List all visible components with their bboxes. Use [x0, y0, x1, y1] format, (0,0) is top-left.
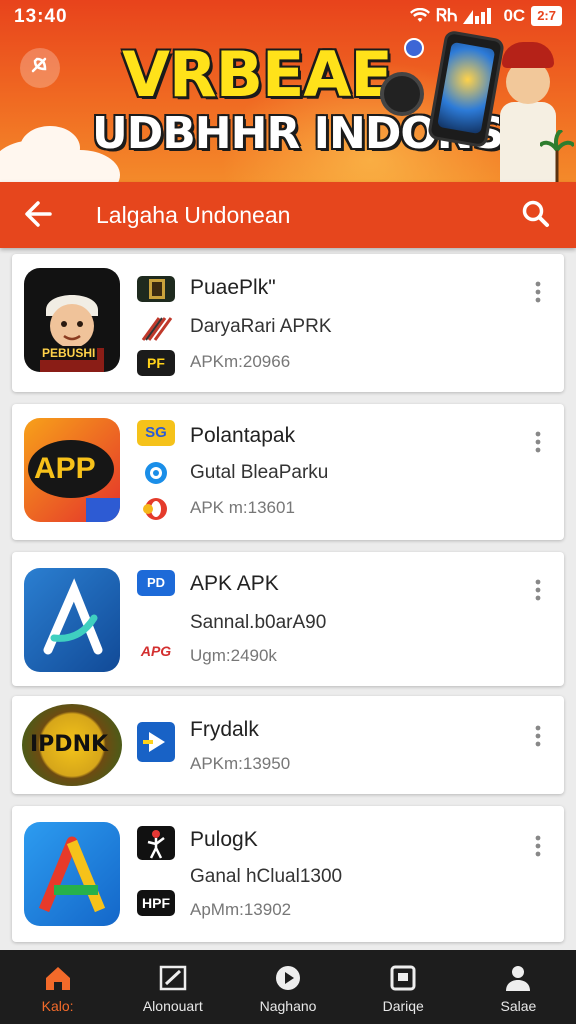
app-icon: APP	[24, 418, 120, 522]
play-circle-icon	[276, 966, 300, 990]
pf-badge-icon: PF	[137, 350, 175, 376]
nav-profile[interactable]: Salae	[461, 950, 576, 1024]
battery-icon: 2:7	[531, 6, 562, 26]
pd-badge-icon: PD	[137, 570, 175, 596]
promo-banner: 13:40 ᏒᏂ 0C 2:7 VRBEAE UDBHHR INDONSIA	[0, 0, 576, 182]
bottom-navigation: Kalo: Alonouart Naghano Dariqe Salae	[0, 950, 576, 1024]
app-meta: Ugm:2490k	[190, 646, 277, 665]
status-text: ᏒᏂ	[436, 6, 458, 25]
more-vert-icon[interactable]	[530, 834, 546, 858]
app-icon-text: APP	[34, 452, 96, 485]
status-icons: ᏒᏂ 0C 2:7	[410, 6, 562, 26]
app-meta: ApMm:13902	[190, 900, 292, 919]
nav-label: Kalo:	[41, 998, 74, 1014]
card-photo-icon	[137, 276, 175, 302]
home-icon	[45, 967, 70, 990]
list-item[interactable]: PD APG APK APK Sannal.b0arA90 Ugm:2490k	[12, 552, 564, 686]
app-icon-text: IPDNK	[30, 732, 109, 757]
app-subtitle: DaryaRari APRK	[190, 316, 332, 337]
list-item[interactable]: IPDNK Frydalk APKm:13950	[12, 696, 564, 794]
dancer-icon	[137, 826, 175, 860]
app-icon-badge: PEBUSHI	[40, 346, 98, 360]
palm-tree-icon	[540, 130, 574, 182]
app-name: PuaePlk"	[190, 276, 276, 299]
arrow-left-icon[interactable]	[20, 196, 56, 232]
globe-icon	[137, 460, 175, 486]
apg-badge-icon: APG	[137, 638, 175, 664]
status-time: 13:40	[14, 6, 68, 27]
edit-icon	[159, 965, 187, 991]
banner-headline: VRBEAE	[122, 38, 393, 111]
more-vert-icon[interactable]	[530, 430, 546, 454]
more-vert-icon[interactable]	[530, 724, 546, 748]
app-subtitle: Sannal.b0arA90	[190, 612, 327, 633]
nav-play[interactable]: Naghano	[230, 950, 345, 1024]
wifi-icon	[410, 8, 431, 22]
search-icon[interactable]	[520, 198, 552, 230]
signal-icon	[463, 8, 492, 24]
app-subtitle: Ganal hClual1300	[190, 866, 343, 887]
status-bar: 13:40 ᏒᏂ 0C 2:7	[0, 0, 576, 32]
app-icon	[24, 822, 120, 926]
nav-label: Alonouart	[142, 998, 203, 1014]
app-a-logo	[43, 578, 103, 655]
nav-home[interactable]: Kalo:	[0, 950, 115, 1024]
nav-tv[interactable]: Dariqe	[346, 950, 461, 1024]
app-meta: APKm:13950	[190, 754, 291, 773]
app-name: APK APK	[190, 572, 279, 595]
app-a-triangle-logo	[38, 836, 106, 913]
opera-icon	[137, 496, 175, 522]
app-toolbar: Lalgaha Undonean	[0, 182, 576, 248]
status-signal-text: 0C	[503, 6, 526, 25]
list-item[interactable]: APP SG Polantapak Gutal BleaParku APK m:…	[12, 404, 564, 540]
stripes-icon	[137, 316, 175, 342]
camera-illustration	[380, 72, 424, 116]
nav-label: Salae	[500, 998, 537, 1014]
app-name: Frydalk	[190, 718, 259, 741]
nav-edit[interactable]: Alonouart	[115, 950, 230, 1024]
cloud-decoration	[20, 126, 80, 170]
leaf-icon	[31, 57, 47, 73]
more-vert-icon[interactable]	[530, 280, 546, 304]
sg-badge-icon: SG	[137, 420, 175, 446]
nav-label: Dariqe	[382, 998, 424, 1014]
list-item[interactable]: PEBUSHI PF PuaePlk" DaryaRari APRK APKm:…	[12, 254, 564, 392]
app-icon: IPDNK	[22, 704, 122, 786]
orb-icon	[404, 38, 424, 58]
nav-label: Naghano	[259, 998, 317, 1014]
app-icon: PEBUSHI	[24, 268, 120, 372]
app-icon	[24, 568, 120, 672]
play-badge-icon	[137, 722, 175, 762]
page-title: Lalgaha Undonean	[96, 202, 291, 228]
app-name: Polantapak	[190, 424, 296, 447]
app-meta: APKm:20966	[190, 352, 291, 371]
person-icon	[506, 966, 531, 991]
list-item[interactable]: HPF PulogK Ganal hClual1300 ApMm:13902	[12, 806, 564, 942]
more-vert-icon[interactable]	[530, 578, 546, 602]
app-subtitle: Gutal BleaParku	[190, 462, 329, 483]
banner-back-button[interactable]	[20, 48, 60, 88]
app-meta: APK m:13601	[190, 498, 295, 517]
hpf-badge-icon: HPF	[137, 890, 175, 916]
tv-icon	[390, 965, 416, 991]
app-name: PulogK	[190, 828, 258, 851]
